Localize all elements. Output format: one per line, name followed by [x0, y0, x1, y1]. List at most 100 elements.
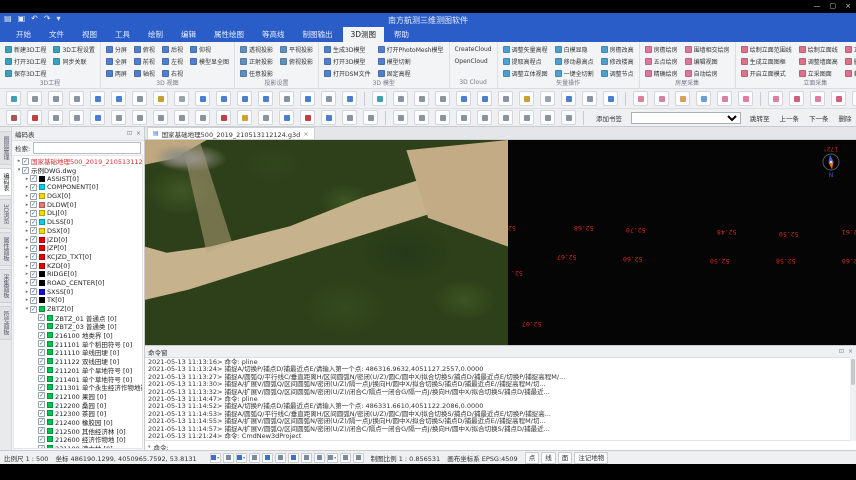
pan-left-icon[interactable]	[195, 91, 210, 106]
facade-mode-icon[interactable]	[831, 91, 846, 106]
ribbon-tab-8[interactable]: 等高线	[254, 27, 293, 42]
ribbon-button[interactable]: 提取高程点	[503, 56, 548, 67]
status-toggle-4[interactable]: 注记地物	[574, 452, 608, 464]
region-icon[interactable]	[540, 110, 555, 125]
tree-row[interactable]: ▸✓DLSS[0]	[14, 218, 142, 227]
new-project-icon[interactable]: ▤	[4, 14, 12, 23]
rotate-model-icon[interactable]	[738, 91, 753, 106]
snap-end-icon[interactable]	[69, 110, 84, 125]
ribbon-button[interactable]: OpenCloud	[455, 56, 492, 67]
layer-checkbox[interactable]: ✓	[30, 288, 37, 295]
grid-display-icon[interactable]	[301, 453, 312, 463]
viewport-4-icon[interactable]	[561, 91, 576, 106]
link-views-2-icon[interactable]	[582, 91, 597, 106]
tree-row[interactable]: ▸✓COMPONENT[0]	[14, 183, 142, 192]
layer-checkbox[interactable]: ✓	[38, 401, 45, 408]
stereo-3d-view[interactable]: 172° N 5252.6852.7052.4852.5952.6152.675…	[508, 140, 856, 345]
ribbon-button[interactable]: 调整墙面高	[799, 56, 838, 67]
layer-checkbox[interactable]: ✓	[38, 384, 45, 391]
ribbon-button[interactable]: 移动悬高点	[555, 56, 594, 67]
polyline-join-icon[interactable]	[342, 110, 357, 125]
ribbon-tab-6[interactable]: 编辑	[173, 27, 204, 42]
layer-checkbox[interactable]: ✓	[30, 253, 37, 260]
ribbon-button[interactable]: 编辑视图	[685, 56, 730, 67]
layer-checkbox[interactable]: ✓	[38, 332, 45, 339]
tree-row[interactable]: ▸✓RIDGE[0]	[14, 270, 142, 279]
tree-row[interactable]: ✓231100 灌木林 [0]	[14, 444, 142, 449]
layer-checkbox[interactable]: ✓	[22, 158, 29, 165]
layer-checkbox[interactable]: ✓	[30, 271, 37, 278]
ribbon-button[interactable]: 3D工程设置	[53, 44, 94, 55]
command-close-icon[interactable]: ×	[848, 348, 853, 355]
refresh-icon[interactable]	[6, 91, 21, 106]
layer-checkbox[interactable]: ✓	[30, 201, 37, 208]
tab-close-icon[interactable]: ×	[303, 130, 308, 138]
layer-checkbox[interactable]: ✓	[30, 306, 37, 313]
bookmark-jump-button[interactable]: 跳转至	[746, 112, 774, 124]
ribbon-button[interactable]: 正射投影	[240, 56, 273, 67]
node-edit-icon[interactable]	[363, 110, 378, 125]
layer-checkbox[interactable]: ✓	[38, 418, 45, 425]
ribbon-button[interactable]: 打开3D工程	[5, 56, 46, 67]
redo-icon[interactable]: ↷	[44, 14, 51, 23]
tree-view-icon[interactable]	[300, 110, 315, 125]
search-input[interactable]	[33, 142, 141, 154]
draw-house-icon[interactable]	[633, 91, 648, 106]
layer-checkbox[interactable]: ✓	[30, 262, 37, 269]
layer-checkbox[interactable]: ✓	[38, 445, 45, 449]
pick-point-icon[interactable]	[237, 91, 252, 106]
layer-checkbox[interactable]: ✓	[30, 184, 37, 191]
pan-right-icon[interactable]	[216, 91, 231, 106]
snap-mid-icon[interactable]	[48, 110, 63, 125]
orbit-2-icon[interactable]	[498, 91, 513, 106]
fit-extents-2-icon[interactable]	[393, 91, 408, 106]
fullscreen-view-2-icon[interactable]	[477, 91, 492, 106]
zoom-in-icon[interactable]	[48, 91, 63, 106]
viewport-1-icon[interactable]	[258, 91, 273, 106]
command-dock-icon[interactable]: ⊡	[839, 348, 844, 355]
ribbon-button[interactable]: 五点绘房	[645, 56, 678, 67]
sketch-icon[interactable]	[393, 110, 408, 125]
ribbon-button[interactable]: 开启立面模式	[741, 68, 792, 79]
tree-row[interactable]: ▸✓DLJ[0]	[14, 209, 142, 218]
redo-view-2-icon[interactable]	[540, 91, 555, 106]
layer-checkbox[interactable]: ✓	[38, 340, 45, 347]
layer-checkbox[interactable]: ✓	[38, 436, 45, 443]
ribbon-button[interactable]: 仰视	[190, 44, 229, 55]
layer-checkbox[interactable]: ✓	[30, 236, 37, 243]
draw-rect-icon[interactable]	[132, 110, 147, 125]
minimize-button[interactable]: —	[814, 1, 821, 11]
draw-wall-icon[interactable]	[675, 91, 690, 106]
select-window-2-icon[interactable]	[456, 91, 471, 106]
close-button[interactable]: ×	[845, 1, 851, 11]
camera-view-icon[interactable]	[696, 91, 711, 106]
facade-frame-icon[interactable]	[789, 91, 804, 106]
snap-perp-icon[interactable]	[90, 110, 105, 125]
tree-row[interactable]: ▸✓ROAD_CENTER[0]	[14, 279, 142, 288]
layer-checkbox[interactable]: ✓	[38, 392, 45, 399]
ribbon-button[interactable]: 分屏	[106, 44, 127, 55]
ribbon-button[interactable]: 生成立面图框	[741, 56, 792, 67]
flatten-icon[interactable]	[852, 91, 856, 106]
arc-draw-icon[interactable]	[435, 110, 450, 125]
ribbon-button[interactable]: 调整立体视图	[503, 68, 548, 79]
block-edit-icon[interactable]	[717, 91, 732, 106]
orbit-icon[interactable]	[132, 91, 147, 106]
ribbon-tab-7[interactable]: 属性绘图	[206, 27, 252, 42]
fullscreen-view-icon[interactable]	[111, 91, 126, 106]
ribbon-button[interactable]: 前视	[134, 56, 155, 67]
layer-checkbox[interactable]: ✓	[38, 375, 45, 382]
layer-checkbox[interactable]: ✓	[30, 210, 37, 217]
ribbon-button[interactable]: 两屏	[106, 68, 127, 79]
bookmark-next-button[interactable]: 下一条	[805, 112, 833, 124]
ribbon-tab-10[interactable]: 3D测图	[343, 27, 385, 42]
panel-tab-4[interactable]: 属性面板	[0, 232, 12, 266]
tree-row[interactable]: ▸✓JZD[0]	[14, 235, 142, 244]
facade-cut-icon[interactable]	[810, 91, 825, 106]
doc-alert-icon[interactable]	[216, 110, 231, 125]
layer-checkbox[interactable]: ✓	[38, 323, 45, 330]
tree-row[interactable]: ▸✓JZP[0]	[14, 244, 142, 253]
bookmark-select[interactable]	[631, 112, 741, 124]
layer-checkbox[interactable]: ✓	[38, 427, 45, 434]
layer-checkbox[interactable]: ✓	[38, 358, 45, 365]
